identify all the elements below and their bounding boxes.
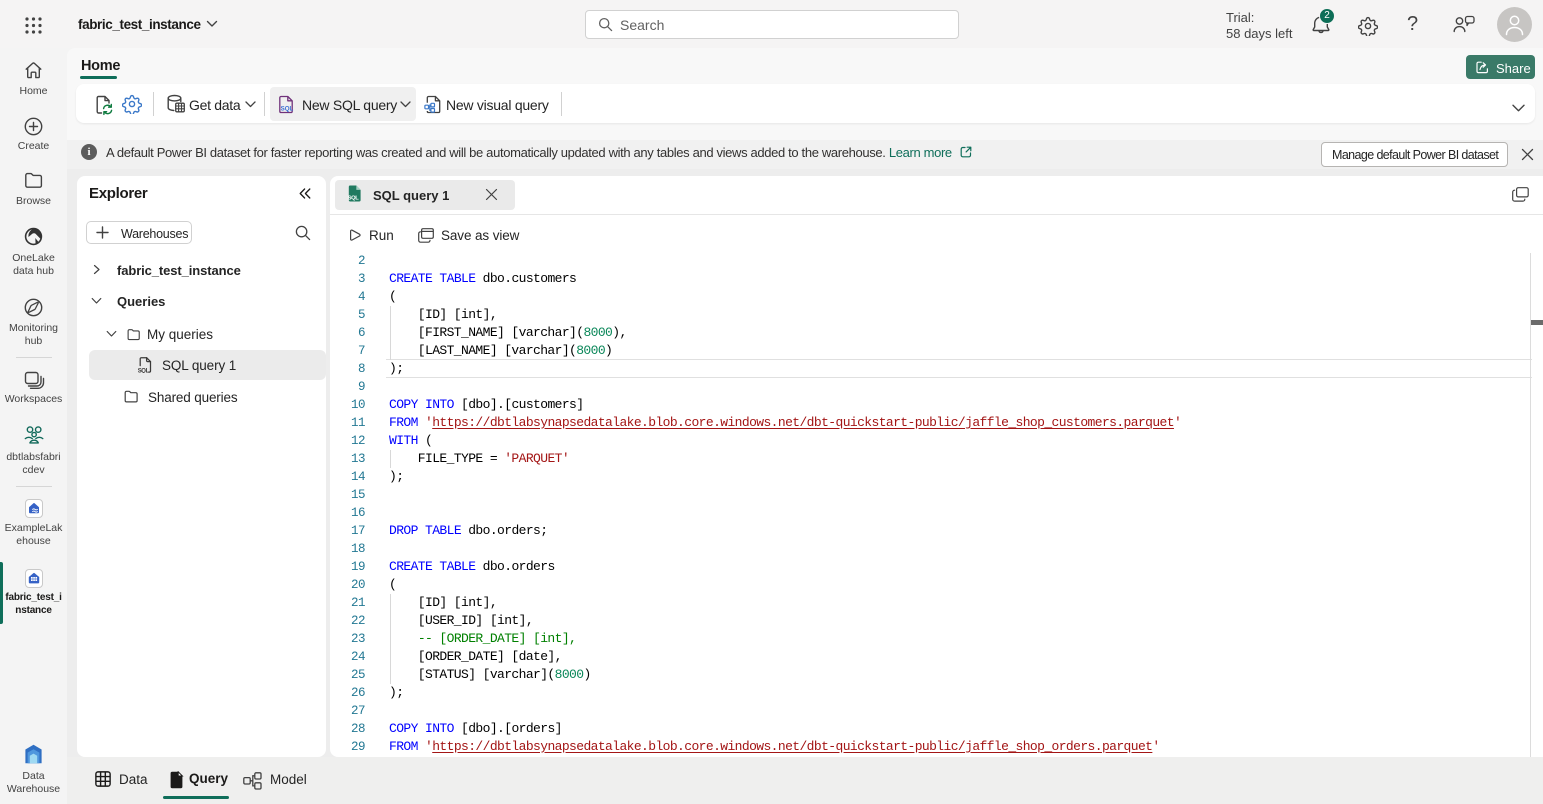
svg-text:SQL: SQL (138, 368, 150, 373)
svg-text:SQL: SQL (348, 196, 360, 202)
svg-text:SQL: SQL (281, 106, 294, 113)
